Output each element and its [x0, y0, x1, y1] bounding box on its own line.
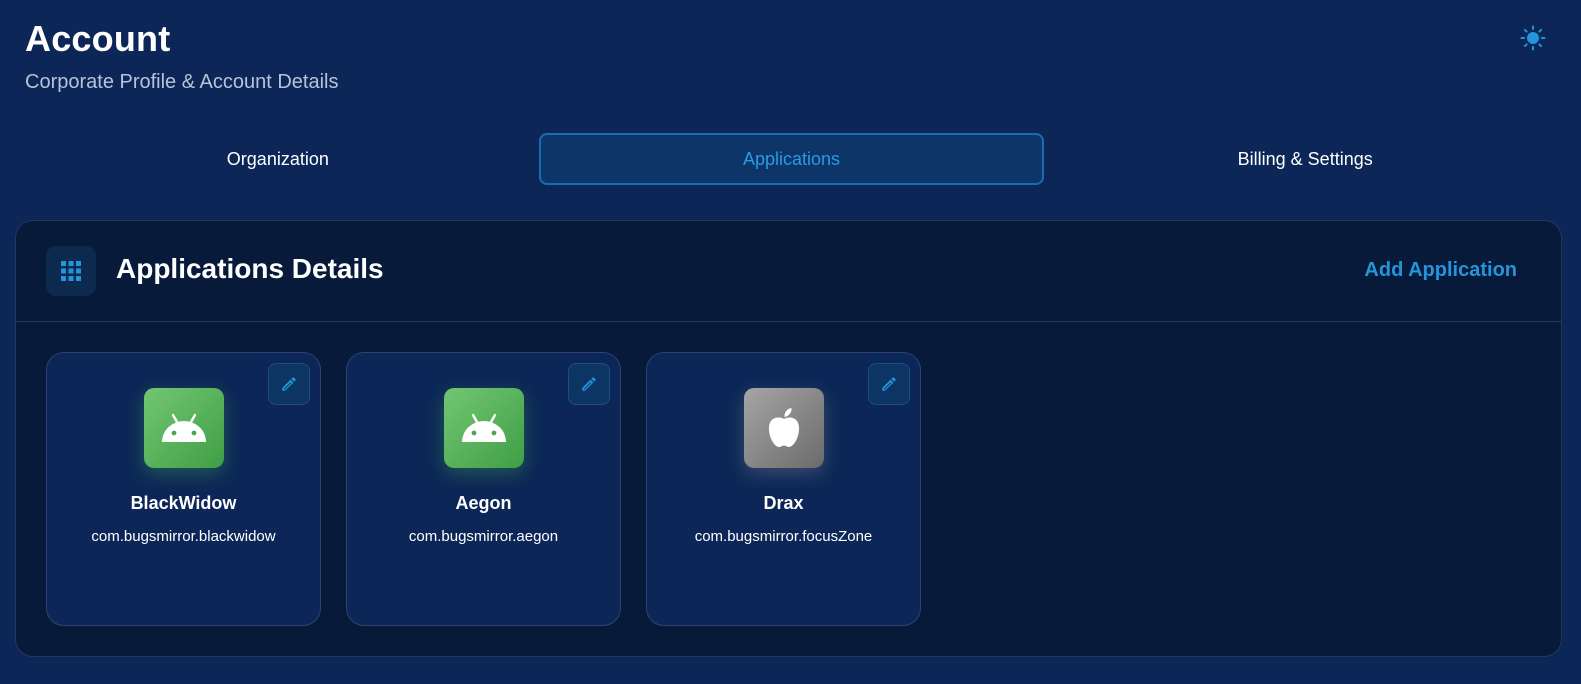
account-tabs: Organization Applications Billing & Sett… — [25, 133, 1558, 185]
tab-applications[interactable]: Applications — [538, 133, 1045, 185]
panel-header-icon — [46, 246, 96, 296]
panel-header: Applications Details Add Application — [16, 221, 1561, 322]
pencil-icon — [582, 377, 596, 391]
platform-badge — [444, 388, 524, 468]
app-name: Aegon — [455, 493, 512, 513]
edit-button[interactable] — [268, 363, 310, 405]
app-name: Drax — [763, 493, 804, 513]
app-package-id: com.bugsmirror.focusZone — [694, 528, 873, 545]
edit-button[interactable] — [868, 363, 910, 405]
pencil-icon — [882, 377, 896, 391]
android-icon — [162, 413, 206, 442]
account-page: Account Corporate Profile & Account Deta… — [0, 0, 1581, 684]
app-package-id: com.bugsmirror.blackwidow — [91, 528, 276, 545]
application-card[interactable]: Aegon com.bugsmirror.aegon — [346, 352, 621, 626]
application-card[interactable]: Drax com.bugsmirror.focusZone — [646, 352, 921, 626]
android-icon — [462, 413, 506, 442]
tab-billing-settings[interactable]: Billing & Settings — [1052, 133, 1558, 185]
applications-panel: Applications Details Add Application Bla… — [15, 220, 1562, 657]
sun-icon — [1520, 25, 1546, 51]
app-name: BlackWidow — [130, 493, 237, 513]
page-title: Account — [25, 18, 171, 59]
add-application-button[interactable]: Add Application — [1364, 259, 1517, 282]
theme-toggle-button[interactable] — [1518, 23, 1548, 53]
grid-icon — [61, 261, 81, 281]
application-card[interactable]: BlackWidow com.bugsmirror.blackwidow — [46, 352, 321, 626]
panel-title: Applications Details — [116, 253, 384, 284]
application-cards: BlackWidow com.bugsmirror.blackwidow Aeg… — [46, 352, 921, 626]
platform-badge — [744, 388, 824, 468]
app-package-id: com.bugsmirror.aegon — [408, 528, 559, 545]
tab-organization[interactable]: Organization — [25, 133, 531, 185]
pencil-icon — [282, 377, 296, 391]
page-subtitle: Corporate Profile & Account Details — [25, 71, 339, 93]
apple-icon — [768, 408, 800, 447]
platform-badge — [144, 388, 224, 468]
edit-button[interactable] — [568, 363, 610, 405]
